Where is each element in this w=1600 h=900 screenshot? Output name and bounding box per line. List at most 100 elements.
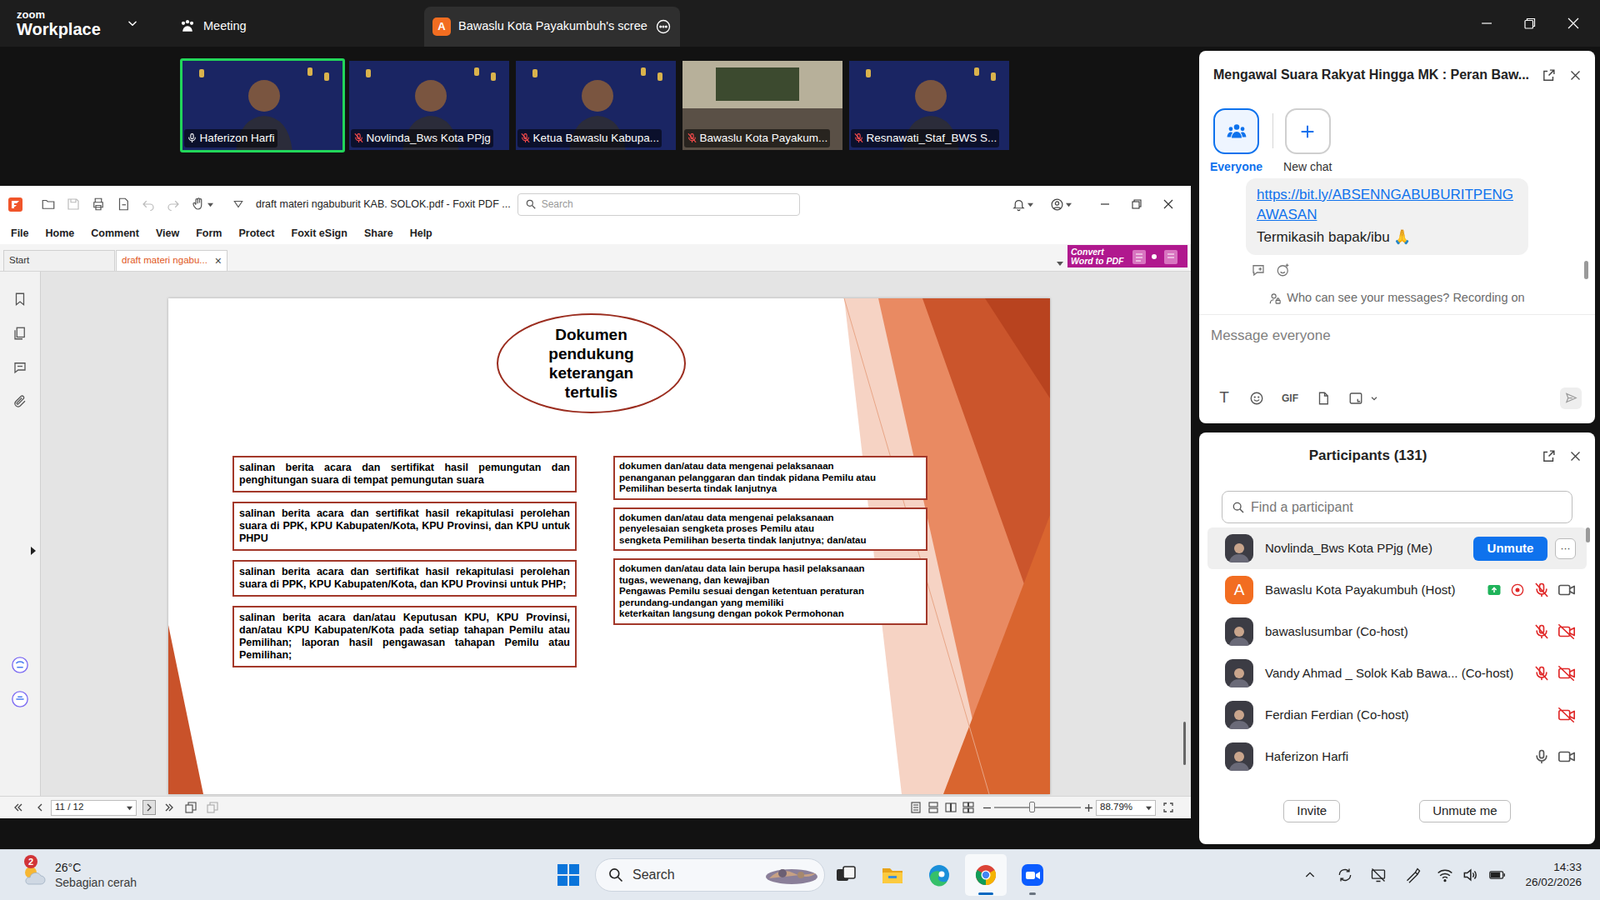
participant-row[interactable]: Novlinda_Bws Kota PPjg (Me)Unmute···	[1207, 527, 1587, 570]
unmute-button[interactable]: Unmute	[1473, 536, 1548, 561]
menu-item[interactable]: Share	[364, 225, 394, 242]
vertical-scroll-thumb[interactable]	[1183, 721, 1186, 765]
zoom-slider[interactable]	[994, 806, 1081, 809]
window-tab[interactable]: Meeting	[170, 6, 421, 47]
participant-row[interactable]: Vandy Ahmad _ Solok Kab Bawa... (Co-host…	[1207, 652, 1587, 695]
taskbar-app-button[interactable]	[918, 854, 960, 896]
save-button[interactable]	[60, 196, 86, 212]
previous-view-button[interactable]	[184, 801, 198, 814]
pages-icon[interactable]	[12, 325, 28, 341]
new-document-button[interactable]	[110, 196, 136, 212]
menu-item[interactable]: Home	[45, 225, 75, 242]
last-page-button[interactable]	[162, 802, 176, 813]
taskbar-app-button[interactable]	[1011, 854, 1054, 896]
ai-chat-icon[interactable]	[10, 690, 30, 709]
ribbon-toggle[interactable]	[1054, 260, 1066, 267]
video-tile[interactable]: Ketua Bawaslu Kabupa...	[513, 58, 679, 153]
participant-row[interactable]: Ferdian Ferdian (Co-host)	[1207, 694, 1587, 736]
close-button[interactable]	[1551, 0, 1595, 47]
reply-icon[interactable]	[1250, 262, 1266, 278]
app-menu-button[interactable]	[125, 0, 171, 47]
display-off-icon[interactable]	[1370, 866, 1387, 884]
redo-button[interactable]	[160, 196, 186, 212]
add-reaction-icon[interactable]	[1275, 262, 1291, 278]
clock[interactable]: 14:33 26/02/2026	[1525, 860, 1582, 890]
video-tile[interactable]: Resnawati_Staf_BWS S...	[846, 58, 1012, 153]
ai-assistant-icon[interactable]	[10, 655, 30, 675]
menu-item[interactable]: File	[10, 225, 30, 242]
taskbar-app-button[interactable]	[965, 854, 1007, 896]
customize-button[interactable]	[225, 198, 251, 210]
pen-network-icon[interactable]	[1405, 866, 1422, 884]
recipient-option[interactable]: Everyone	[1210, 108, 1263, 176]
taskbar-app-button[interactable]	[825, 854, 867, 896]
participants-action-button[interactable]: Unmute me	[1419, 800, 1511, 823]
send-button[interactable]	[1560, 387, 1582, 410]
pdf-close-button[interactable]	[1152, 199, 1185, 210]
menu-item[interactable]: View	[155, 225, 180, 242]
tab-options-icon[interactable]	[655, 18, 672, 35]
video-tile[interactable]: Haferizon Harfi	[180, 58, 345, 153]
facing-page-icon[interactable]	[945, 801, 957, 814]
zoom-field[interactable]: 88.79%	[1095, 800, 1156, 816]
close-icon[interactable]	[1569, 450, 1582, 463]
wifi-icon[interactable]	[1436, 866, 1454, 884]
next-view-button[interactable]	[205, 801, 220, 814]
screenshot-button[interactable]	[1348, 390, 1379, 406]
taskbar-search[interactable]: Search	[595, 858, 825, 892]
participant-row[interactable]: bawaslusumbar (Co-host)	[1207, 610, 1587, 653]
start-button[interactable]	[551, 858, 585, 892]
undo-button[interactable]	[135, 196, 161, 212]
print-button[interactable]	[85, 196, 111, 212]
tab-close-button[interactable]: ×	[215, 255, 222, 267]
continuous-facing-icon[interactable]	[962, 801, 975, 814]
participant-search-input[interactable]	[1250, 497, 1563, 518]
file-icon[interactable]	[1315, 390, 1331, 406]
video-tile[interactable]: Novlinda_Bws Kota PPjg	[346, 58, 512, 153]
comment-icon[interactable]	[12, 360, 28, 375]
expand-panel-icon[interactable]	[30, 546, 37, 555]
convert-promo-banner[interactable]: Convert Word to PDF	[1067, 245, 1188, 268]
close-icon[interactable]	[1569, 69, 1582, 82]
weather-widget[interactable]: 2 26°C Sebagian cerah	[0, 860, 546, 890]
zoom-out-button[interactable]	[982, 804, 991, 812]
attachment-icon[interactable]	[12, 394, 28, 410]
minimize-button[interactable]	[1465, 0, 1509, 47]
speaker-icon[interactable]	[1461, 866, 1479, 884]
taskbar-app-button[interactable]	[871, 854, 914, 896]
participant-row[interactable]: Haferizon Harfi	[1207, 735, 1587, 778]
chat-message-input[interactable]	[1210, 325, 1584, 347]
account-button[interactable]	[1044, 197, 1078, 212]
previous-page-button[interactable]	[33, 802, 47, 813]
open-button[interactable]	[35, 196, 61, 212]
document-tab[interactable]: Start	[3, 250, 115, 271]
first-page-button[interactable]	[11, 802, 25, 813]
menu-item[interactable]: Help	[410, 225, 433, 242]
format-text-button[interactable]: T	[1216, 385, 1232, 410]
hand-tool-button[interactable]	[185, 196, 218, 212]
notifications-button[interactable]	[1005, 197, 1040, 212]
zoom-slider-knob[interactable]	[1029, 801, 1035, 813]
pdf-search-box[interactable]	[517, 193, 800, 216]
video-tile[interactable]: Bawaslu Kota Payakum...	[680, 58, 845, 153]
fullscreen-button[interactable]	[1162, 802, 1175, 813]
chat-scroll-thumb[interactable]	[1584, 260, 1589, 280]
participant-scroll-thumb[interactable]	[1585, 527, 1590, 543]
pdf-search-input[interactable]	[541, 196, 793, 212]
menu-item[interactable]: Protect	[238, 225, 275, 242]
gif-button[interactable]: GIF	[1281, 390, 1299, 406]
zoom-in-button[interactable]	[1084, 804, 1093, 812]
chat-privacy-notice[interactable]: Who can see your messages? Recording on	[1199, 282, 1595, 315]
next-page-button[interactable]	[142, 800, 156, 815]
pdf-minimize-button[interactable]	[1089, 199, 1121, 210]
sync-icon[interactable]	[1336, 866, 1354, 884]
more-button[interactable]: ···	[1555, 538, 1576, 560]
emoji-icon[interactable]	[1249, 390, 1265, 406]
pop-out-icon[interactable]	[1541, 68, 1556, 83]
battery-icon[interactable]	[1488, 866, 1507, 884]
menu-item[interactable]: Form	[195, 225, 222, 242]
participants-action-button[interactable]: Invite	[1283, 800, 1340, 823]
message-link[interactable]: https://bit.ly/ABSENNGABUBURITPENGAWASAN	[1256, 185, 1518, 225]
pdf-restore-button[interactable]	[1120, 199, 1153, 210]
restore-button[interactable]	[1508, 0, 1552, 47]
